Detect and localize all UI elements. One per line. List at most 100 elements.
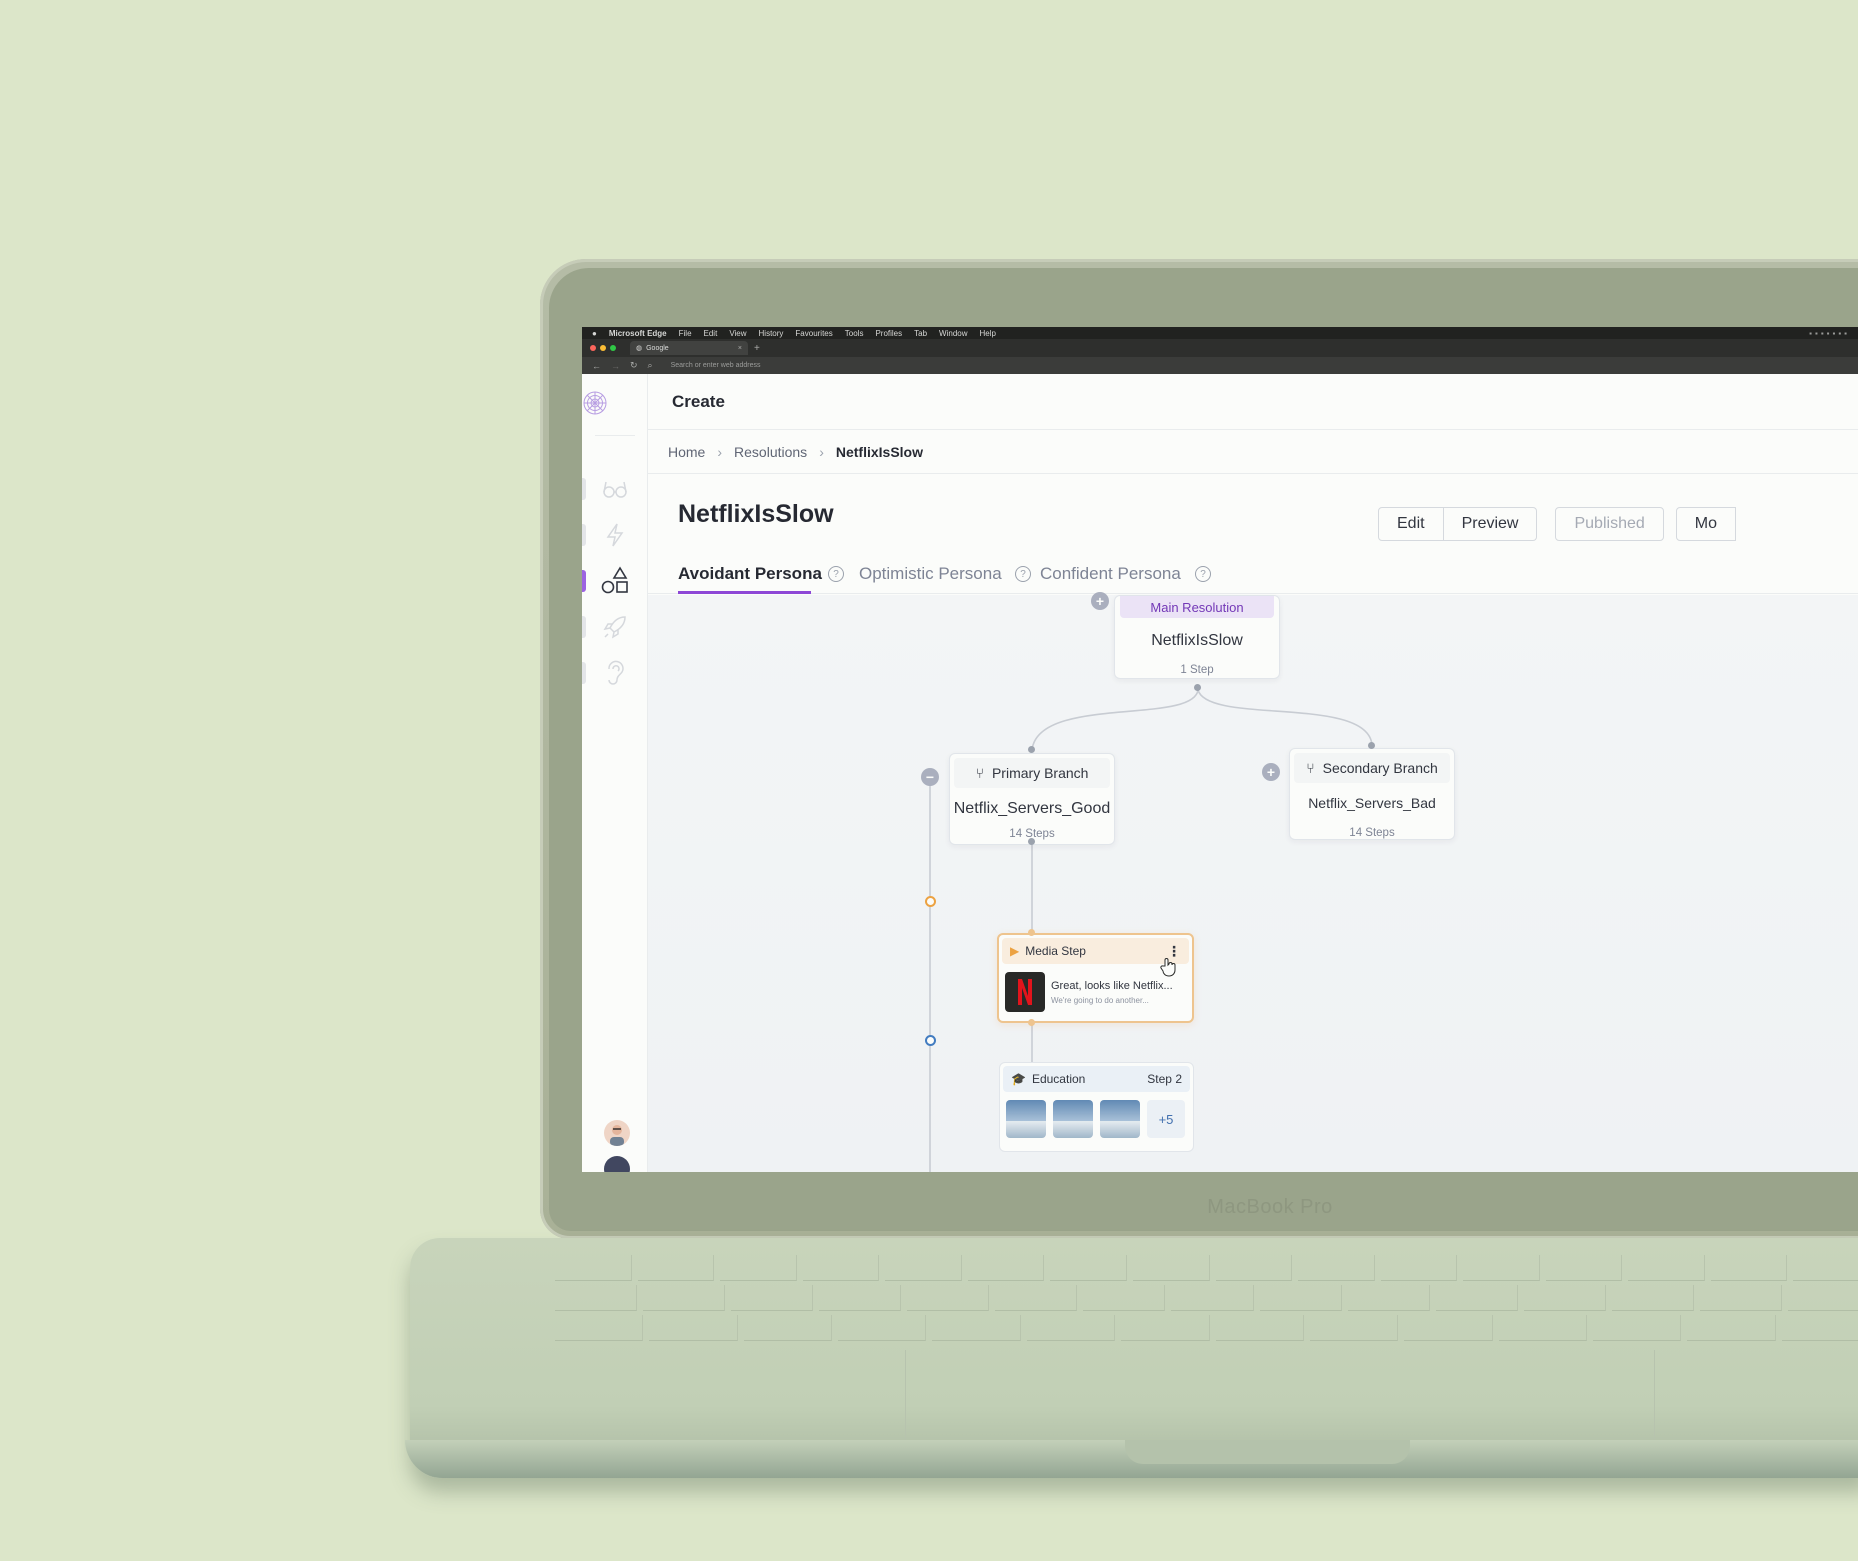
media-step-subtext: We're going to do another... [1051,995,1149,1005]
active-tab-underline [678,591,811,594]
education-step-number: Step 2 [1147,1072,1182,1086]
reload-icon[interactable]: ↻ [630,360,638,371]
lightning-icon [606,523,623,547]
user-avatar[interactable] [604,1120,630,1146]
published-button[interactable]: Published [1555,507,1664,541]
secondary-branch-steps: 14 Steps [1349,827,1395,839]
persona-tabs: Avoidant Persona ? Optimistic Persona ? … [648,550,1858,594]
app: Create Home › Resolutions › NetflixIsSlo… [582,374,1858,1172]
secondary-branch-node[interactable]: ⑂ Secondary Branch Netflix_Servers_Bad 1… [1289,748,1455,840]
breadcrumb-resolutions[interactable]: Resolutions [734,444,807,460]
title-row: NetflixIsSlow Edit Preview Published Mo [648,474,1858,548]
menubar-app-name[interactable]: Microsoft Edge [609,329,667,338]
laptop-model-label: MacBook Pro [1207,1196,1333,1218]
nav-indicator [582,616,586,638]
sidebar-item-insights[interactable] [582,466,647,512]
sidebar-item-automations[interactable] [582,512,647,558]
main-resolution-node[interactable]: Main Resolution NetflixIsSlow 1 Step [1114,595,1280,679]
more-thumbnails-badge[interactable]: +5 [1147,1100,1185,1138]
minimize-window-icon[interactable] [600,345,606,351]
preview-button[interactable]: Preview [1443,507,1538,541]
menu-file[interactable]: File [679,329,692,338]
main-resolution-name: NetflixIsSlow [1151,632,1243,649]
connector-dot [1028,929,1035,936]
nav-indicator [582,478,586,500]
trackpad [905,1350,1655,1445]
help-icon[interactable]: ? [828,566,844,582]
forward-icon[interactable]: → [611,361,620,371]
main-content: Create Home › Resolutions › NetflixIsSlo… [648,374,1858,1172]
browser-tabbar: ◍ Google × + [582,339,1858,357]
close-tab-icon[interactable]: × [738,345,742,352]
connector-dot [1368,742,1375,749]
connector-dot [1028,838,1035,845]
tab-avoidant-persona[interactable]: Avoidant Persona [678,564,822,584]
breadcrumb-home[interactable]: Home [668,444,705,460]
browser-tab[interactable]: ◍ Google × [630,341,748,355]
primary-branch-header: ⑂ Primary Branch [954,758,1110,788]
menu-tab[interactable]: Tab [914,329,927,338]
app-logo-icon[interactable] [582,390,608,416]
main-resolution-steps: 1 Step [1180,664,1214,676]
apple-icon[interactable]: ● [592,329,597,338]
secondary-branch-name: Netflix_Servers_Bad [1308,795,1436,811]
zoom-window-icon[interactable] [610,345,616,351]
sidebar-nav [582,466,647,696]
branch-icon: ⑂ [975,765,984,781]
primary-branch-name: Netflix_Servers_Good [953,800,1111,817]
header-title: Create [672,391,725,411]
netflix-logo-icon [1005,972,1045,1012]
thumbnail-image[interactable] [1006,1100,1046,1138]
menu-favourites[interactable]: Favourites [795,329,832,338]
menu-window[interactable]: Window [939,329,967,338]
action-buttons: Edit Preview Published Mo [1378,507,1736,541]
thumbnail-image[interactable] [1100,1100,1140,1138]
help-icon[interactable]: ? [1015,566,1031,582]
status-icons[interactable]: ▪▪▪▪▪▪▪ [1809,329,1850,338]
menu-profiles[interactable]: Profiles [875,329,902,338]
help-icon[interactable]: ? [1195,566,1211,582]
expand-icon[interactable]: + [1262,763,1280,781]
chevron-right-icon: › [819,443,824,460]
breadcrumb: Home › Resolutions › NetflixIsSlow [648,430,1858,474]
primary-branch-label: Primary Branch [991,765,1089,781]
sidebar-item-launch[interactable] [582,604,647,650]
top-bar: Create [648,374,1858,430]
breadcrumb-current: NetflixIsSlow [835,443,923,460]
education-step-header: 🎓 Education Step 2 [1003,1066,1190,1092]
flow-canvas[interactable]: Main Resolution NetflixIsSlow 1 Step + ⑂… [648,592,1858,1172]
new-tab-icon[interactable]: + [754,343,760,354]
address-input[interactable]: Search or enter web address [671,362,761,369]
sidebar-item-listen[interactable] [582,650,647,696]
media-step-label: Media Step [1025,944,1086,958]
branch-icon: ⑂ [1306,760,1315,776]
primary-branch-node[interactable]: ⑂ Primary Branch Netflix_Servers_Good 14… [949,753,1115,845]
sidebar-item-create[interactable] [582,558,647,604]
connector-dot [1194,684,1201,691]
education-step-marker [925,1035,936,1046]
tab-confident-persona[interactable]: Confident Persona [1040,564,1181,584]
page-title: NetflixIsSlow [678,500,834,528]
menu-edit[interactable]: Edit [704,329,718,338]
back-icon[interactable]: ← [592,361,601,371]
media-step-card[interactable]: ▶ Media Step ⋮ Great, looks like Netflix… [997,933,1194,1023]
chevron-right-icon: › [717,443,723,460]
graduation-cap-icon: 🎓 [1011,1072,1026,1086]
menu-view[interactable]: View [729,329,746,338]
secondary-avatar[interactable] [604,1156,630,1172]
education-step-card[interactable]: 🎓 Education Step 2 +5 [999,1062,1194,1152]
tab-optimistic-persona[interactable]: Optimistic Persona [859,564,1002,584]
collapse-icon[interactable]: − [921,768,939,786]
more-button[interactable]: Mo [1675,507,1736,541]
edit-button[interactable]: Edit [1378,507,1444,541]
menu-tools[interactable]: Tools [845,329,864,338]
menu-history[interactable]: History [759,329,784,338]
menu-help[interactable]: Help [980,329,996,338]
thumbnail-image[interactable] [1053,1100,1093,1138]
secondary-branch-header: ⑂ Secondary Branch [1294,753,1450,783]
education-thumbnails: +5 [1000,1092,1193,1146]
expand-icon[interactable]: + [1091,592,1109,610]
person-icon [610,1125,624,1146]
nav-indicator-active [582,570,586,592]
close-window-icon[interactable] [590,345,596,351]
